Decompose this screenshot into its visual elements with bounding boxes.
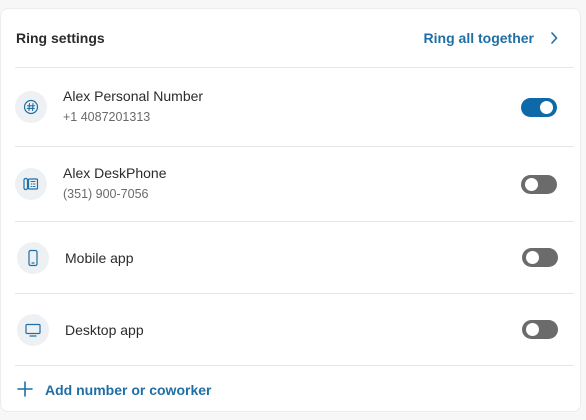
desktop-monitor-icon (17, 313, 49, 346)
toggle-knob (526, 251, 539, 264)
device-text: Alex DeskPhone (351) 900-7056 (63, 165, 167, 201)
ring-settings-title: Ring settings (16, 30, 105, 46)
hash-icon (15, 91, 47, 123)
device-row-personal-number: Alex Personal Number +1 4087201313 (15, 67, 574, 146)
device-row-deskphone: Alex DeskPhone (351) 900-7056 (15, 146, 574, 221)
toggle-knob (525, 178, 538, 191)
device-name: Alex Personal Number (63, 88, 204, 104)
device-text: Desktop app (65, 322, 144, 338)
device-toggle-off[interactable] (522, 320, 558, 339)
device-number: +1 4087201313 (63, 110, 151, 124)
device-name: Desktop app (65, 321, 144, 338)
page: Ring settings Ring all together Alex Per (0, 0, 586, 420)
ring-all-together-link[interactable]: Ring all together (424, 30, 560, 46)
desk-phone-icon (15, 168, 47, 200)
device-text: Mobile app (65, 250, 134, 266)
mobile-phone-icon (17, 241, 49, 274)
ring-settings-header: Ring settings Ring all together (1, 9, 580, 67)
device-name: Mobile app (65, 249, 134, 266)
device-name: Alex DeskPhone (63, 165, 167, 181)
toggle-knob (540, 101, 553, 114)
ring-all-together-label: Ring all together (423, 30, 534, 46)
device-toggle-on[interactable] (521, 98, 557, 117)
device-toggle-off[interactable] (521, 175, 557, 194)
add-number-label: Add number or coworker (45, 382, 212, 398)
device-toggle-off[interactable] (522, 248, 558, 267)
add-number-or-coworker-button[interactable]: Add number or coworker (15, 365, 574, 414)
device-row-mobile-app: Mobile app (15, 221, 574, 293)
toggle-knob (526, 323, 539, 336)
chevron-right-icon (548, 32, 560, 44)
device-text: Alex Personal Number +1 4087201313 (63, 88, 203, 124)
device-number: (351) 900-7056 (63, 187, 149, 201)
plus-icon (15, 379, 35, 402)
ring-settings-card: Ring settings Ring all together Alex Per (0, 8, 581, 412)
device-row-desktop-app: Desktop app (15, 293, 574, 365)
